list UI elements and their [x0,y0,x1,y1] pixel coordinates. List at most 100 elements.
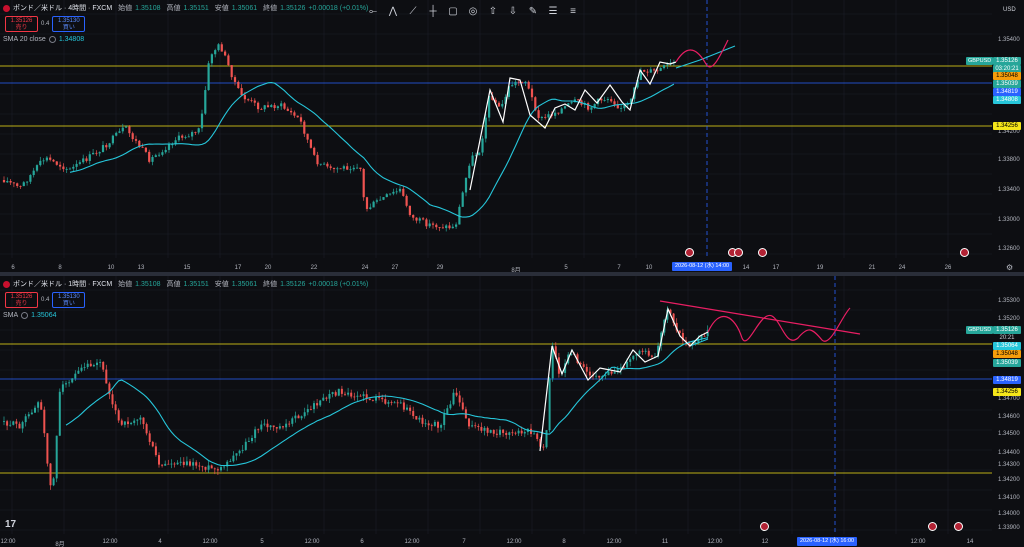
candle-body [313,403,315,410]
candle-body [194,132,197,133]
cross-line-icon[interactable]: ┼ [426,4,440,18]
us-flag-icon[interactable] [760,522,769,531]
price-level-label: 1.35048 [993,72,1021,80]
us-flag-icon[interactable] [954,522,963,531]
candle-body [595,375,598,377]
us-flag-icon[interactable] [960,248,969,257]
candle-body [89,363,92,367]
time-axis-tick: 12:00 [0,539,16,545]
candle-body [254,429,257,438]
candle-body [323,163,326,165]
arrow-up-icon[interactable]: ⇧ [486,4,500,18]
buy-button[interactable]: 1.35130 買い [52,292,86,308]
candle-body [489,429,492,433]
sma-legend[interactable]: SMA 1.35064 [3,312,368,319]
time-axis-tick: 14 [966,539,974,545]
candle-body [197,128,200,133]
candle-body [235,453,238,456]
candle-body [446,408,449,414]
candle-body [62,166,65,170]
candle-body [440,425,443,428]
circle-icon[interactable]: ◎ [466,4,480,18]
candle-body [306,409,309,413]
candle-body [501,103,504,107]
candle-body [524,81,527,84]
candle-body [216,469,219,471]
candle-body [229,461,232,463]
price-axis-tick: 1.33400 [998,187,1020,193]
candle-body [703,335,706,337]
candle-body [412,410,415,417]
currency-label[interactable]: USD [1003,7,1016,13]
us-flag-icon[interactable] [734,248,743,257]
time-axis-tick: 12:00 [202,539,218,545]
candle-body [15,421,18,424]
sell-button[interactable]: 1.35126 売り [5,16,38,32]
time-axis-tick: 17 [772,265,780,271]
candle-body [452,392,455,405]
sma-line [65,337,708,467]
price-level-label: 1.34808 [993,96,1021,104]
trendline-icon[interactable]: ⟋ [406,4,420,18]
gear-icon[interactable]: ⚙ [1006,263,1013,272]
text-table-icon[interactable]: ☰ [546,4,560,18]
candle-body [647,350,650,356]
candle-body [293,112,296,116]
candle-body [237,81,240,89]
chart-pane-1h[interactable]: ポンド／米ドル · 1時間 · FXCM 始値 1.35108 高値 1.35151… [0,276,1024,547]
candle-body [227,55,230,66]
candle-body [646,71,649,73]
arrow-down-icon[interactable]: ⇩ [506,4,520,18]
candle-body [523,431,526,434]
candle-body [474,425,477,427]
time-axis-tick: 12:00 [910,539,926,545]
sell-button[interactable]: 1.35126 売り [5,292,38,308]
us-flag-icon[interactable] [685,248,694,257]
candle-body [425,219,428,227]
candle-body [52,478,55,486]
rectangle-icon[interactable]: ▢ [446,4,460,18]
candle-body [659,68,662,71]
horizontal-ray-icon[interactable]: ⟜ [366,4,380,18]
chart-pane-4h[interactable]: ポンド／米ドル · 4時間 · FXCM 始値 1.35108 高値 1.35151… [0,0,1024,274]
candle-body [161,464,164,466]
us-flag-icon[interactable] [928,522,937,531]
candle-body [443,413,446,426]
candle-body [381,397,384,400]
sma-projection-line [675,45,736,69]
candle-body [375,200,378,202]
brush-icon[interactable]: ✎ [526,4,540,18]
candle-body [385,194,388,198]
candle-body [353,396,356,398]
candle-body [111,394,114,405]
candle-body [346,166,349,170]
time-axis-tick: 8 [562,539,566,545]
eye-icon[interactable] [21,312,29,319]
candle-body [6,421,9,426]
candle-body [247,440,250,442]
candle-body [114,404,117,411]
candle-body [369,207,372,209]
time-axis-tick: 20 [264,265,272,271]
candle-body [238,450,241,454]
candle-body [18,423,21,429]
candle-body [123,421,126,425]
chart-title[interactable]: ポンド／米ドル · 4時間 · FXCM [13,3,112,13]
us-flag-icon[interactable] [758,248,767,257]
text-lines-icon[interactable]: ≡ [566,4,580,18]
price-axis-tick: 1.33800 [998,157,1020,163]
candle-body [422,218,425,220]
candle-body [167,144,171,150]
candle-body [32,170,35,176]
buy-button[interactable]: 1.35130 買い [52,16,86,32]
candle-body [52,159,55,162]
sma-legend[interactable]: SMA 20 close 1.34808 [3,36,368,43]
candle-body [336,168,339,170]
chart-title[interactable]: ポンド／米ドル · 1時間 · FXCM [13,279,112,289]
eye-icon[interactable] [48,36,56,43]
candle-body [590,107,593,110]
candle-body [375,397,377,401]
candle-body [195,462,198,466]
path-icon[interactable]: ⋀ [386,4,400,18]
candle-body [158,154,161,156]
